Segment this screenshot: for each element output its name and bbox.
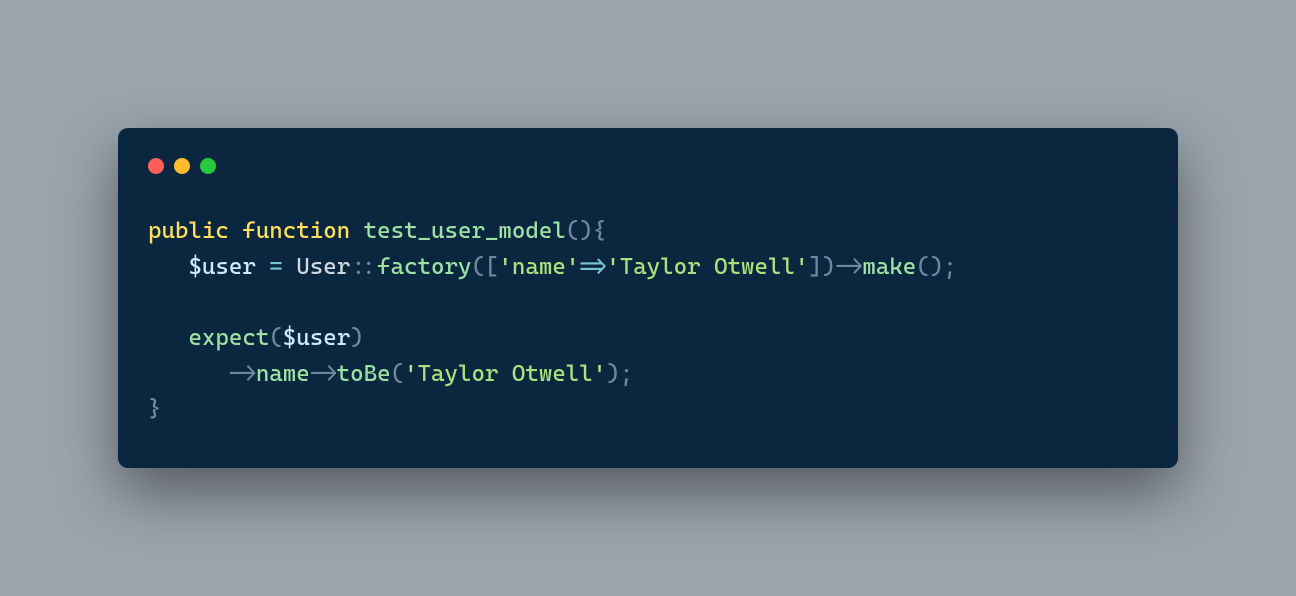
function-name: test_user_model bbox=[364, 218, 566, 244]
brace-open: { bbox=[593, 218, 606, 244]
paren-close: ) bbox=[930, 254, 943, 280]
zoom-icon[interactable] bbox=[200, 158, 216, 174]
method-make: make bbox=[862, 254, 916, 280]
string-quote: ' bbox=[795, 254, 808, 280]
minimize-icon[interactable] bbox=[174, 158, 190, 174]
string-quote: ' bbox=[498, 254, 511, 280]
indent bbox=[148, 254, 188, 280]
arrow-op: -> bbox=[229, 361, 256, 387]
paren-open: ( bbox=[391, 361, 404, 387]
paren-open: ( bbox=[471, 254, 484, 280]
traffic-lights bbox=[148, 158, 1148, 174]
semicolon: ; bbox=[620, 361, 633, 387]
paren-open: ( bbox=[566, 218, 579, 244]
array-key: name bbox=[512, 254, 566, 280]
double-colon: :: bbox=[350, 254, 377, 280]
string-value: Taylor Otwell bbox=[418, 361, 593, 387]
variable-user: $user bbox=[188, 254, 255, 280]
indent bbox=[148, 325, 188, 351]
arrow-op: -> bbox=[835, 254, 862, 280]
paren-close: ) bbox=[822, 254, 835, 280]
code-block: public function test_user_model(){ $user… bbox=[148, 214, 1148, 428]
string-quote: ' bbox=[606, 254, 619, 280]
function-expect: expect bbox=[188, 325, 269, 351]
method-factory: factory bbox=[377, 254, 471, 280]
keyword-function: function bbox=[242, 218, 350, 244]
brace-close: } bbox=[148, 396, 161, 422]
semicolon: ; bbox=[943, 254, 956, 280]
arrow-op: -> bbox=[310, 361, 337, 387]
bracket-open: [ bbox=[485, 254, 498, 280]
class-user: User bbox=[296, 254, 350, 280]
method-tobe: toBe bbox=[337, 361, 391, 387]
string-quote: ' bbox=[404, 361, 417, 387]
indent bbox=[148, 361, 229, 387]
bracket-close: ] bbox=[808, 254, 821, 280]
property-name: name bbox=[256, 361, 310, 387]
paren-open: ( bbox=[916, 254, 929, 280]
variable-user: $user bbox=[283, 325, 350, 351]
assign-op: = bbox=[256, 254, 296, 280]
paren-close: ) bbox=[579, 218, 592, 244]
keyword-public: public bbox=[148, 218, 229, 244]
array-value: Taylor Otwell bbox=[620, 254, 795, 280]
code-window: public function test_user_model(){ $user… bbox=[118, 128, 1178, 468]
string-quote: ' bbox=[566, 254, 579, 280]
string-quote: ' bbox=[593, 361, 606, 387]
paren-close: ) bbox=[350, 325, 363, 351]
paren-close: ) bbox=[606, 361, 619, 387]
paren-open: ( bbox=[269, 325, 282, 351]
close-icon[interactable] bbox=[148, 158, 164, 174]
fat-arrow: => bbox=[579, 254, 606, 280]
